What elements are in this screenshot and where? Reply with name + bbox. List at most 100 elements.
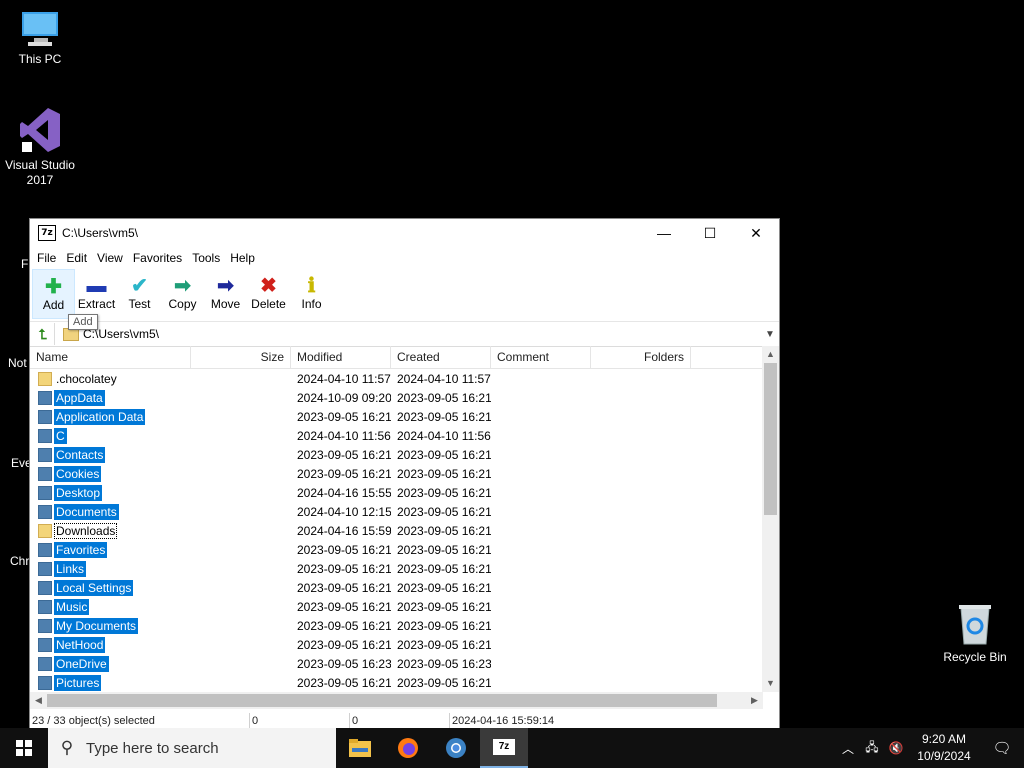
start-button[interactable] bbox=[0, 728, 48, 768]
desktop-icon-this-pc[interactable]: This PC bbox=[0, 10, 80, 67]
table-row[interactable]: Cookies 2023-09-05 16:21 2023-09-05 16:21 bbox=[30, 464, 763, 483]
taskbar-search[interactable]: ⚲ Type here to search bbox=[48, 728, 336, 768]
taskbar: ⚲ Type here to search 7z ︿ 🖧 🔇 9:20 AM 1… bbox=[0, 728, 1024, 768]
table-row[interactable]: AppData 2024-10-09 09:20 2023-09-05 16:21 bbox=[30, 388, 763, 407]
toolbar-button-label: Add bbox=[42, 298, 65, 312]
add-button[interactable]: ✚ Add bbox=[32, 269, 75, 319]
scroll-thumb[interactable] bbox=[47, 694, 717, 707]
move-button[interactable]: ➡ Move bbox=[204, 269, 247, 311]
name-cell: Local Settings bbox=[30, 579, 191, 596]
title-bar[interactable]: 7z C:\Users\vm5\ — ☐ ✕ bbox=[30, 219, 779, 247]
windows-logo-icon bbox=[16, 740, 32, 756]
column-modified[interactable]: Modified bbox=[291, 346, 391, 368]
menu-edit[interactable]: Edit bbox=[61, 251, 92, 265]
volume-muted-icon[interactable]: 🔇 bbox=[884, 741, 908, 755]
recycle-bin-icon bbox=[955, 602, 995, 646]
name-cell: .chocolatey bbox=[30, 371, 191, 387]
name-cell: Downloads bbox=[30, 522, 191, 539]
close-button[interactable]: ✕ bbox=[733, 219, 779, 247]
visual-studio-icon bbox=[18, 106, 62, 154]
address-input[interactable]: C:\Users\vm5\ bbox=[83, 327, 761, 341]
table-row[interactable]: Local Settings 2023-09-05 16:21 2023-09-05… bbox=[30, 578, 763, 597]
firefox-icon[interactable] bbox=[384, 728, 432, 768]
search-icon: ⚲ bbox=[60, 738, 74, 757]
file-name: OneDrive bbox=[54, 655, 109, 672]
file-explorer-icon[interactable] bbox=[336, 728, 384, 768]
table-row[interactable]: My Documents 2023-09-05 16:21 2023-09-05 1… bbox=[30, 616, 763, 635]
table-row[interactable]: C 2024-04-10 11:56 2024-04-10 11:56 bbox=[30, 426, 763, 445]
window-title: C:\Users\vm5\ bbox=[62, 226, 139, 240]
scroll-thumb[interactable] bbox=[764, 363, 777, 515]
monitor-icon bbox=[18, 10, 62, 48]
up-folder-button[interactable]: ⮤ bbox=[32, 323, 55, 345]
table-row[interactable]: Links 2023-09-05 16:21 2023-09-05 16:21 bbox=[30, 559, 763, 578]
folder-icon bbox=[38, 504, 52, 519]
column-name[interactable]: Name bbox=[30, 346, 191, 368]
table-row[interactable]: .chocolatey 2024-04-10 11:57 2024-04-10 11… bbox=[30, 369, 763, 388]
menu-tools[interactable]: Tools bbox=[187, 251, 225, 265]
menu-file[interactable]: File bbox=[32, 251, 61, 265]
table-row[interactable]: NetHood 2023-09-05 16:21 2023-09-05 16:21 bbox=[30, 635, 763, 654]
copy-button[interactable]: ➡ Copy bbox=[161, 269, 204, 311]
vertical-scrollbar[interactable]: ▲ ▼ bbox=[762, 346, 779, 692]
7zip-icon[interactable]: 7z bbox=[480, 728, 528, 768]
clock-date: 10/9/2024 bbox=[917, 749, 971, 763]
info-icon: ℹ bbox=[307, 275, 316, 297]
table-row[interactable]: Favorites 2023-09-05 16:21 2023-09-05 16:2… bbox=[30, 540, 763, 559]
modified-cell: 2023-09-05 16:23 bbox=[297, 656, 391, 671]
folder-icon bbox=[38, 618, 52, 633]
notification-icon[interactable]: 🗨 bbox=[980, 739, 1024, 757]
network-icon[interactable]: 🖧 bbox=[860, 738, 884, 759]
scroll-up-arrow[interactable]: ▲ bbox=[762, 346, 779, 363]
desktop-partial-label: Chr bbox=[10, 554, 30, 568]
horizontal-scrollbar[interactable]: ◀ ▶ bbox=[30, 692, 763, 709]
status-packed: 0 bbox=[350, 713, 450, 729]
scroll-down-arrow[interactable]: ▼ bbox=[762, 675, 779, 692]
minimize-button[interactable]: — bbox=[641, 219, 687, 247]
chrome-icon[interactable] bbox=[432, 728, 480, 768]
table-row[interactable]: Documents 2024-04-10 12:15 2023-09-05 16:2… bbox=[30, 502, 763, 521]
maximize-button[interactable]: ☐ bbox=[687, 219, 733, 247]
status-selection: 23 / 33 object(s) selected bbox=[30, 713, 250, 729]
column-comment[interactable]: Comment bbox=[491, 346, 591, 368]
table-row[interactable]: Contacts 2023-09-05 16:21 2023-09-05 16:21 bbox=[30, 445, 763, 464]
extract-button[interactable]: ▬ Extract bbox=[75, 269, 118, 311]
info-button[interactable]: ℹ Info bbox=[290, 269, 333, 311]
menu-help[interactable]: Help bbox=[225, 251, 260, 265]
folder-icon bbox=[38, 599, 52, 614]
folder-icon bbox=[38, 675, 52, 690]
chevron-down-icon[interactable]: ▼ bbox=[761, 329, 779, 340]
table-row[interactable]: Application Data 2023-09-05 16:21 2023-09-… bbox=[30, 407, 763, 426]
table-row[interactable]: Desktop 2024-04-16 15:55 2023-09-05 16:21 bbox=[30, 483, 763, 502]
desktop-icon-label: Visual Studio 2017 bbox=[5, 158, 75, 187]
scroll-left-arrow[interactable]: ◀ bbox=[30, 695, 47, 706]
column-created[interactable]: Created bbox=[391, 346, 491, 368]
folder-icon bbox=[38, 580, 52, 595]
test-button[interactable]: ✔ Test bbox=[118, 269, 161, 311]
modified-cell: 2023-09-05 16:21 bbox=[297, 618, 391, 633]
table-row[interactable]: OneDrive 2023-09-05 16:23 2023-09-05 16:23 bbox=[30, 654, 763, 673]
7zip-icon: 7z bbox=[38, 225, 56, 241]
name-cell: C bbox=[30, 427, 191, 444]
clock[interactable]: 9:20 AM 10/9/2024 bbox=[908, 731, 980, 765]
menu-favorites[interactable]: Favorites bbox=[128, 251, 187, 265]
name-cell: Links bbox=[30, 560, 191, 577]
column-size[interactable]: Size bbox=[191, 346, 291, 368]
desktop-icon-recycle-bin[interactable]: Recycle Bin bbox=[935, 602, 1015, 665]
file-manager-window: 7z C:\Users\vm5\ — ☐ ✕ File Edit View Fa… bbox=[29, 218, 780, 730]
column-folders[interactable]: Folders bbox=[591, 346, 691, 368]
created-cell: 2023-09-05 16:21 bbox=[397, 675, 491, 690]
menu-view[interactable]: View bbox=[92, 251, 128, 265]
delete-button[interactable]: ✖ Delete bbox=[247, 269, 290, 311]
modified-cell: 2024-04-10 12:15 bbox=[297, 504, 391, 519]
table-row[interactable]: Music 2023-09-05 16:21 2023-09-05 16:21 bbox=[30, 597, 763, 616]
toolbar-button-label: Copy bbox=[168, 297, 197, 311]
name-cell: My Documents bbox=[30, 617, 191, 634]
scroll-right-arrow[interactable]: ▶ bbox=[746, 695, 763, 706]
desktop-icon-visual-studio[interactable]: Visual Studio 2017 bbox=[0, 106, 80, 188]
created-cell: 2023-09-05 16:21 bbox=[397, 580, 491, 595]
table-row[interactable]: Downloads 2024-04-16 15:59 2023-09-05 16:2… bbox=[30, 521, 763, 540]
chevron-up-icon[interactable]: ︿ bbox=[836, 740, 860, 757]
table-row[interactable]: Pictures 2023-09-05 16:21 2023-09-05 16:21 bbox=[30, 673, 763, 692]
file-name: My Documents bbox=[54, 617, 139, 634]
